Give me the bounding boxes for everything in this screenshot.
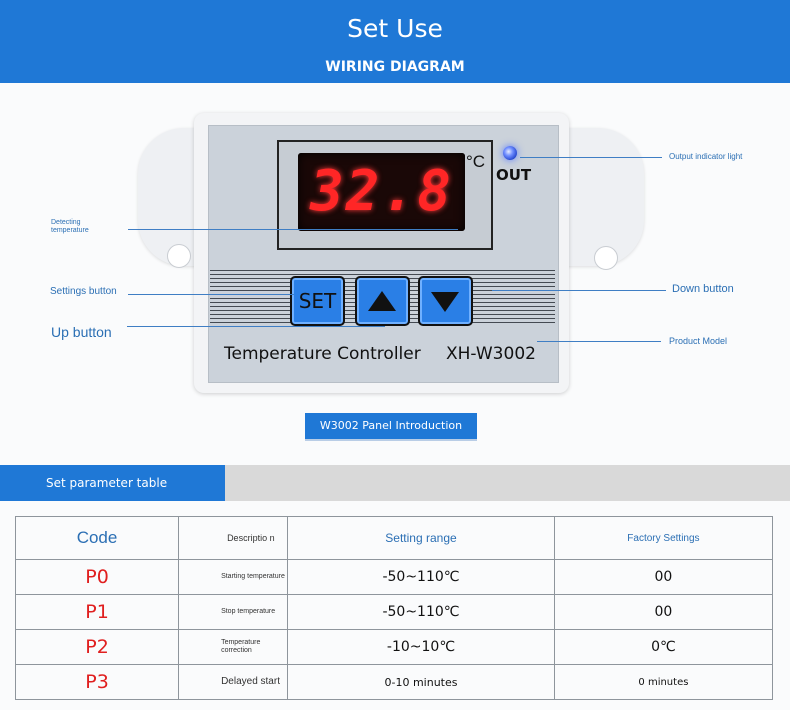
table-row: P2 Temperature correction -10~10℃ 0℃ [14,629,774,665]
row-code: P3 [14,664,180,700]
header-code: Code [14,516,180,560]
model-text: Temperature Controller XH-W3002 [224,344,536,364]
label-settings-button: Settings button [50,286,117,297]
model-name: Temperature Controller [224,344,421,364]
arrow-up-icon [368,291,396,311]
row-description: Temperature correction [178,629,289,665]
callout-line-up [127,326,385,327]
row-range: -10~10℃ [287,629,555,665]
header-setting-range: Setting range [287,516,555,560]
row-description: Delayed start [178,664,289,700]
row-factory: 00 [553,594,774,630]
callout-line-output [520,157,662,158]
header-description: Descriptio n [178,516,289,560]
parameter-table: Code Descriptio n Setting range Factory … [14,516,774,700]
callout-line-settings [128,294,294,295]
model-code: XH-W3002 [446,344,536,364]
out-label: OUT [496,166,532,184]
row-code: P2 [14,629,180,665]
temperature-display: 32.8 [298,153,465,231]
arrow-down-icon [431,292,459,312]
panel-introduction-badge: W3002 Panel Introduction [305,413,477,439]
mount-hole-right [594,246,618,270]
table-header-row: Code Descriptio n Setting range Factory … [14,516,774,560]
label-output-indicator: Output indicator light [669,152,743,161]
label-product-model: Product Model [669,336,728,346]
callout-line-detecting [128,229,458,230]
row-description: Stop temperature [178,594,289,630]
row-range: -50~110℃ [287,559,555,595]
page-subtitle: WIRING DIAGRAM [325,59,465,75]
callout-line-down [492,290,666,291]
table-row: P3 Delayed start 0-10 minutes 0 minutes [14,664,774,700]
table-row: P0 Starting temperature -50~110℃ 00 [14,559,774,595]
label-down-button: Down button [672,283,734,295]
row-factory: 00 [553,559,774,595]
up-button [355,276,410,326]
row-code: P0 [14,559,180,595]
display-unit: °C [466,152,486,171]
section-tab-parameter-table: Set parameter table [0,465,225,501]
down-button [418,276,473,326]
row-description: Starting temperature [178,559,289,595]
display-value: 32.8 [310,159,453,224]
row-range: -50~110℃ [287,594,555,630]
output-led-icon [503,146,517,160]
callout-line-model [537,341,661,342]
header-banner: Set Use WIRING DIAGRAM [0,0,790,83]
table-row: P1 Stop temperature -50~110℃ 00 [14,594,774,630]
set-button: SET [290,276,345,326]
row-factory: 0 minutes [553,664,774,700]
section-bar: Set parameter table [0,465,790,501]
label-up-button: Up button [51,324,112,340]
row-range: 0-10 minutes [287,664,555,700]
mount-hole-left [167,244,191,268]
header-factory-settings: Factory Settings [553,516,774,560]
row-code: P1 [14,594,180,630]
row-factory: 0℃ [553,629,774,665]
label-detecting-temperature: Detecting temperature [51,219,89,234]
page-title: Set Use [347,14,443,43]
